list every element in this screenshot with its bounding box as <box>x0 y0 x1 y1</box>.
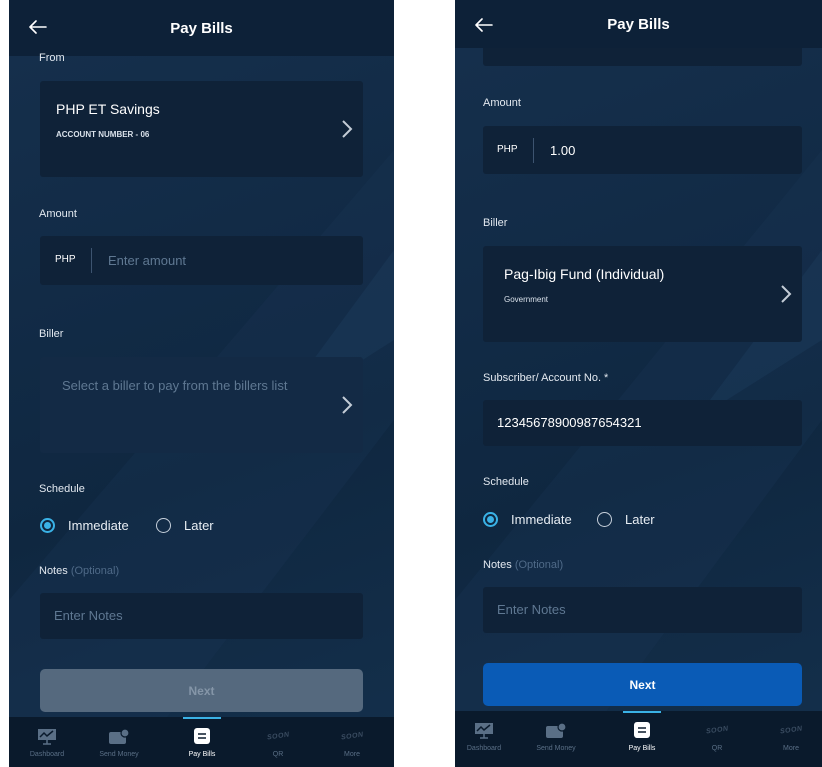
bottom-nav: Dashboard Send Money Pay Bills SOON QR S… <box>455 711 822 767</box>
later-label[interactable]: Later <box>184 518 214 533</box>
next-button[interactable]: Next <box>483 663 802 706</box>
biller-selector[interactable]: Select a biller to pay from the billers … <box>40 357 363 453</box>
app-header: Pay Bills <box>9 0 394 56</box>
notes-optional-text: (Optional) <box>514 559 564 571</box>
nav-dashboard[interactable]: Dashboard <box>455 711 516 761</box>
currency-divider <box>533 138 534 163</box>
nav-pay-bills-label: Pay Bills <box>188 751 216 758</box>
nav-qr-label: QR <box>272 751 284 758</box>
biller-category: Government <box>504 295 549 304</box>
chevron-right-icon <box>342 396 353 414</box>
later-label[interactable]: Later <box>625 512 655 527</box>
from-account-selector[interactable]: PHP ET Savings ACCOUNT NUMBER - 06 <box>40 81 363 177</box>
dashboard-icon <box>473 721 495 739</box>
nav-pay-bills[interactable]: Pay Bills <box>170 717 234 767</box>
currency-divider <box>91 248 92 273</box>
nav-more-label: More <box>783 745 799 752</box>
notes-label: Notes (Optional) <box>39 565 119 577</box>
subscriber-field[interactable]: 12345678900987654321 <box>483 400 802 446</box>
nav-pay-bills-label: Pay Bills <box>628 745 656 752</box>
amount-field[interactable]: PHP 1.00 <box>483 126 802 174</box>
schedule-label: Schedule <box>39 483 85 495</box>
nav-dashboard[interactable]: Dashboard <box>15 717 79 767</box>
more-icon: SOON <box>779 721 803 739</box>
qr-icon: SOON <box>266 727 290 745</box>
amount-input[interactable]: Enter amount <box>108 253 186 268</box>
biller-label: Biller <box>483 217 508 229</box>
from-label: From <box>39 52 65 64</box>
nav-more[interactable]: SOON More <box>320 717 384 767</box>
nav-qr-label: QR <box>711 745 723 752</box>
biller-placeholder: Select a biller to pay from the billers … <box>62 378 288 393</box>
currency-label: PHP <box>497 144 518 155</box>
schedule-label: Schedule <box>483 476 529 488</box>
later-radio[interactable] <box>156 518 171 533</box>
back-button[interactable] <box>469 10 499 40</box>
immediate-radio[interactable] <box>483 512 498 527</box>
dashboard-icon <box>36 727 58 745</box>
nav-send-money-label: Send Money <box>536 745 576 752</box>
amount-label: Amount <box>39 208 77 220</box>
immediate-label[interactable]: Immediate <box>68 518 129 533</box>
notes-label-text: Notes <box>483 559 512 571</box>
account-name: PHP ET Savings <box>56 101 160 117</box>
nav-qr[interactable]: SOON QR <box>246 717 310 767</box>
nav-send-money-label: Send Money <box>99 751 139 758</box>
pay-bills-screen-filled: Pay Bills Amount PHP 1.00 Biller Pag-Ibi… <box>455 0 822 767</box>
more-soon-badge: SOON <box>340 730 364 742</box>
notes-field[interactable]: Enter Notes <box>40 593 363 639</box>
biller-label: Biller <box>39 328 64 340</box>
notes-field[interactable]: Enter Notes <box>483 587 802 633</box>
biller-name: Pag-Ibig Fund (Individual) <box>504 266 665 282</box>
page-title: Pay Bills <box>170 19 233 37</box>
amount-field[interactable]: PHP Enter amount <box>40 236 363 285</box>
nav-send-money[interactable]: Send Money <box>87 717 151 767</box>
send-money-icon <box>545 721 567 739</box>
immediate-radio[interactable] <box>40 518 55 533</box>
more-icon: SOON <box>340 727 364 745</box>
chevron-right-icon <box>342 120 353 138</box>
send-money-icon <box>108 727 130 745</box>
nav-qr[interactable]: SOON QR <box>685 711 749 761</box>
from-account-card-scrolled[interactable] <box>483 48 802 66</box>
app-header: Pay Bills <box>455 0 822 48</box>
notes-input[interactable]: Enter Notes <box>497 602 566 617</box>
pay-bills-screen-empty: Pay Bills From PHP ET Savings ACCOUNT NU… <box>9 0 394 767</box>
notes-optional-text: (Optional) <box>70 565 120 577</box>
immediate-label[interactable]: Immediate <box>511 512 572 527</box>
account-number: ACCOUNT NUMBER - 06 <box>56 130 150 139</box>
notes-label-text: Notes <box>39 565 68 577</box>
nav-dashboard-label: Dashboard <box>466 745 502 752</box>
subscriber-label: Subscriber/ Account No. * <box>483 372 609 384</box>
bottom-nav: Dashboard Send Money Pay Bills SOON QR S… <box>9 717 394 767</box>
amount-input[interactable]: 1.00 <box>550 143 575 158</box>
pay-bills-icon <box>631 721 653 739</box>
amount-label: Amount <box>483 97 521 109</box>
nav-more-label: More <box>344 751 360 758</box>
subscriber-input[interactable]: 12345678900987654321 <box>497 415 642 430</box>
nav-dashboard-label: Dashboard <box>29 751 65 758</box>
currency-label: PHP <box>55 254 76 265</box>
qr-soon-badge: SOON <box>705 724 729 736</box>
back-arrow-icon <box>29 20 47 34</box>
notes-label: Notes (Optional) <box>483 559 563 571</box>
back-arrow-icon <box>475 18 493 32</box>
page-title: Pay Bills <box>607 15 670 33</box>
back-button[interactable] <box>23 12 53 42</box>
biller-selector[interactable]: Pag-Ibig Fund (Individual) Government <box>483 246 802 342</box>
nav-send-money[interactable]: Send Money <box>524 711 588 761</box>
more-soon-badge: SOON <box>779 724 803 736</box>
nav-pay-bills[interactable]: Pay Bills <box>610 711 674 761</box>
qr-icon: SOON <box>705 721 729 739</box>
notes-input[interactable]: Enter Notes <box>54 608 123 623</box>
nav-more[interactable]: SOON More <box>759 711 822 761</box>
qr-soon-badge: SOON <box>266 730 290 742</box>
later-radio[interactable] <box>597 512 612 527</box>
chevron-right-icon <box>781 285 792 303</box>
next-button[interactable]: Next <box>40 669 363 712</box>
pay-bills-icon <box>191 727 213 745</box>
